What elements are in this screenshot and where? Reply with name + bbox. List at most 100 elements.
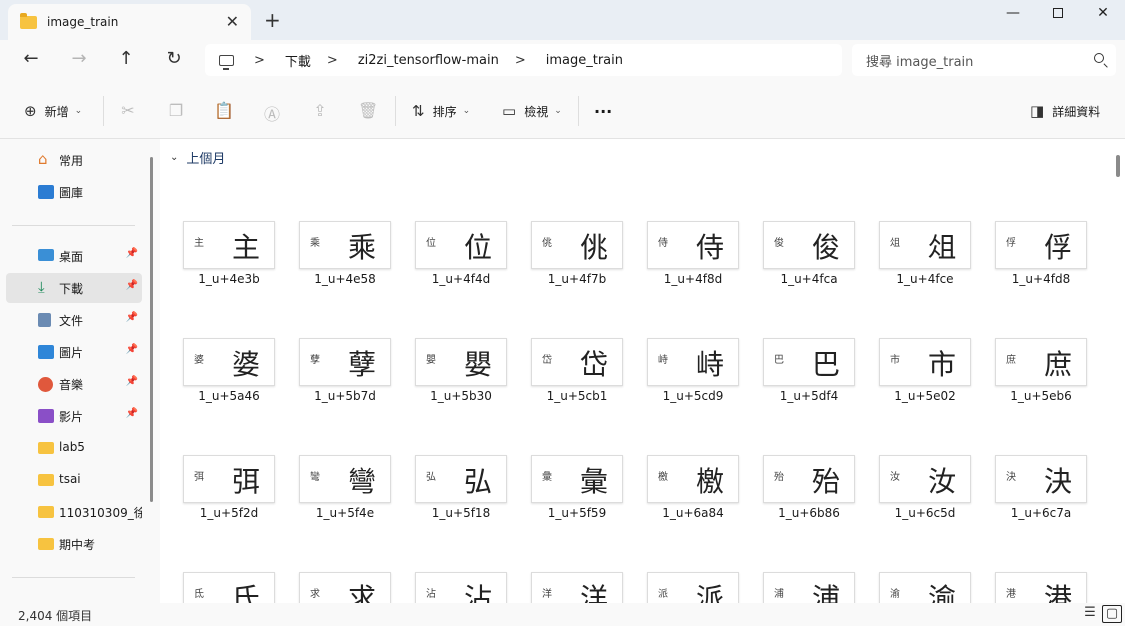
file-tile[interactable]: 決決 1_u+6c7a <box>995 455 1087 525</box>
folder-icon <box>38 474 54 486</box>
thumbnail-small-glyph: 佻 <box>542 238 552 249</box>
up-button[interactable]: ↑ <box>111 48 141 72</box>
sidebar-item-tsai[interactable]: tsai <box>6 465 142 495</box>
new-button[interactable]: ⊕ 新增 ⌄ <box>24 100 82 122</box>
sidebar-item-label: 下載 <box>59 282 84 296</box>
folder-icon <box>38 538 54 550</box>
thumbnail-large-glyph: 主 <box>232 231 261 264</box>
file-tile[interactable]: 殆殆 1_u+6b86 <box>763 455 855 525</box>
videos-icon <box>38 409 54 423</box>
thumbnail-small-glyph: 彙 <box>542 472 552 483</box>
divider <box>103 96 104 126</box>
new-tab-button[interactable]: + <box>264 8 281 32</box>
file-tile[interactable]: 檄檄 1_u+6a84 <box>647 455 739 525</box>
pin-icon[interactable]: 📌 <box>126 280 138 291</box>
pin-icon[interactable]: 📌 <box>126 248 138 259</box>
thumbnail-small-glyph: 位 <box>426 238 436 249</box>
file-tile[interactable]: 位位 1_u+4f4d <box>415 221 507 291</box>
tab-close-icon[interactable]: ✕ <box>226 12 239 31</box>
file-tile[interactable]: 侍侍 1_u+4f8d <box>647 221 739 291</box>
sidebar-item-lab5[interactable]: lab5 <box>6 433 142 463</box>
file-name: 1_u+5f4e <box>315 506 375 520</box>
file-tile[interactable]: 庶庶 1_u+5eb6 <box>995 338 1087 408</box>
file-tile[interactable]: 佻佻 1_u+4f7b <box>531 221 623 291</box>
file-name: 1_u+5f18 <box>431 506 491 520</box>
file-tile[interactable]: 乘乘 1_u+4e58 <box>299 221 391 291</box>
pin-icon[interactable]: 📌 <box>126 408 138 419</box>
file-tile[interactable]: 嬰嬰 1_u+5b30 <box>415 338 507 408</box>
sidebar-item-music[interactable]: 音樂 📌 <box>6 369 142 399</box>
file-tile[interactable]: 彙彙 1_u+5f59 <box>531 455 623 525</box>
file-tile[interactable]: 婆婆 1_u+5a46 <box>183 338 275 408</box>
gallery-icon <box>38 185 54 199</box>
thumbnail-large-glyph: 峙 <box>696 348 725 381</box>
paste-icon[interactable]: 📋 <box>214 101 234 121</box>
refresh-button[interactable]: ↻ <box>159 48 189 72</box>
thumbnail-small-glyph: 派 <box>658 589 668 600</box>
file-name: 1_u+4e58 <box>314 272 376 286</box>
sidebar-item-midterm[interactable]: 期中考 <box>6 529 142 559</box>
file-tile[interactable]: 俊俊 1_u+4fca <box>763 221 855 291</box>
main-scrollbar[interactable] <box>1116 155 1120 177</box>
file-tile[interactable]: 俘俘 1_u+4fd8 <box>995 221 1087 291</box>
sort-button[interactable]: ⇅ 排序 ⌄ <box>412 100 470 122</box>
search-icon[interactable] <box>1094 53 1104 63</box>
file-name: 1_u+5f2d <box>199 506 259 520</box>
file-tile[interactable]: 巴巴 1_u+5df4 <box>763 338 855 408</box>
back-button[interactable]: ← <box>16 48 46 72</box>
address-bar[interactable]: > 下載 > zi2zi_tensorflow-main > image_tra… <box>205 44 842 76</box>
sidebar-item-student-folder[interactable]: 110310309_徐 <box>6 497 142 527</box>
file-tile[interactable]: 孽孽 1_u+5b7d <box>299 338 391 408</box>
sidebar-item-videos[interactable]: 影片 📌 <box>6 401 142 431</box>
computer-icon <box>219 54 234 70</box>
file-tile[interactable]: 俎俎 1_u+4fce <box>879 221 971 291</box>
thumbnail-small-glyph: 殆 <box>774 472 784 483</box>
cut-icon[interactable]: ✂ <box>118 101 138 121</box>
forward-button[interactable]: → <box>64 48 94 72</box>
tab-image-train[interactable]: image_train ✕ <box>8 4 251 40</box>
details-view-icon[interactable]: ☰ <box>1080 605 1100 623</box>
sidebar-item-label: 圖片 <box>59 346 84 360</box>
close-window-button[interactable]: ✕ <box>1080 0 1125 30</box>
file-tile[interactable]: 汝汝 1_u+6c5d <box>879 455 971 525</box>
thumbnail-small-glyph: 俊 <box>774 238 784 249</box>
sidebar-item-documents[interactable]: 文件 📌 <box>6 305 142 335</box>
chevron-down-icon: ⌄ <box>462 106 471 116</box>
file-tile[interactable]: 彎彎 1_u+5f4e <box>299 455 391 525</box>
breadcrumb-item-project[interactable]: zi2zi_tensorflow-main <box>358 53 499 68</box>
pin-icon[interactable]: 📌 <box>126 376 138 387</box>
sidebar-item-desktop[interactable]: 桌面 📌 <box>6 241 142 271</box>
group-header[interactable]: ⌄ 上個月 <box>170 148 225 167</box>
maximize-button[interactable] <box>1035 0 1081 30</box>
thumbnail-small-glyph: 求 <box>310 589 320 600</box>
file-tile[interactable]: 主主 1_u+4e3b <box>183 221 275 291</box>
sidebar-item-gallery[interactable]: 圖庫 <box>6 177 142 207</box>
sidebar-item-pictures[interactable]: 圖片 📌 <box>6 337 142 367</box>
file-tile[interactable]: 弘弘 1_u+5f18 <box>415 455 507 525</box>
thumbnail-small-glyph: 彎 <box>310 472 320 483</box>
sidebar-item-downloads[interactable]: ⤓ 下載 📌 <box>6 273 142 303</box>
file-tile[interactable]: 岱岱 1_u+5cb1 <box>531 338 623 408</box>
thumbnail-view-icon[interactable]: ▢ <box>1102 605 1122 623</box>
share-icon[interactable]: ⇪ <box>310 101 330 121</box>
pin-icon[interactable]: 📌 <box>126 344 138 355</box>
rename-icon[interactable]: Ⓐ <box>262 101 282 124</box>
minimize-button[interactable]: — <box>990 0 1036 30</box>
breadcrumb-item-current[interactable]: image_train <box>546 53 623 68</box>
view-button[interactable]: ▭ 檢視 ⌄ <box>502 100 562 122</box>
file-tile[interactable]: 弭弭 1_u+5f2d <box>183 455 275 525</box>
copy-icon[interactable]: ❐ <box>166 101 186 121</box>
file-tile[interactable]: 市市 1_u+5e02 <box>879 338 971 408</box>
more-options-button[interactable]: ··· <box>594 100 612 122</box>
sidebar-scrollbar[interactable] <box>150 157 153 502</box>
search-input[interactable]: 搜尋 image_train <box>852 44 1116 76</box>
sidebar-item-label: 文件 <box>59 314 84 328</box>
delete-icon[interactable]: 🗑 <box>358 101 378 121</box>
details-pane-button[interactable]: ◨ 詳細資料 <box>1030 100 1100 122</box>
file-tile[interactable]: 峙峙 1_u+5cd9 <box>647 338 739 408</box>
pin-icon[interactable]: 📌 <box>126 312 138 323</box>
sidebar-item-home[interactable]: ⌂ 常用 <box>6 145 142 175</box>
breadcrumb-item-downloads[interactable]: 下載 <box>285 51 311 70</box>
home-icon: ⌂ <box>38 150 48 168</box>
file-thumbnail: 檄檄 <box>647 455 739 503</box>
